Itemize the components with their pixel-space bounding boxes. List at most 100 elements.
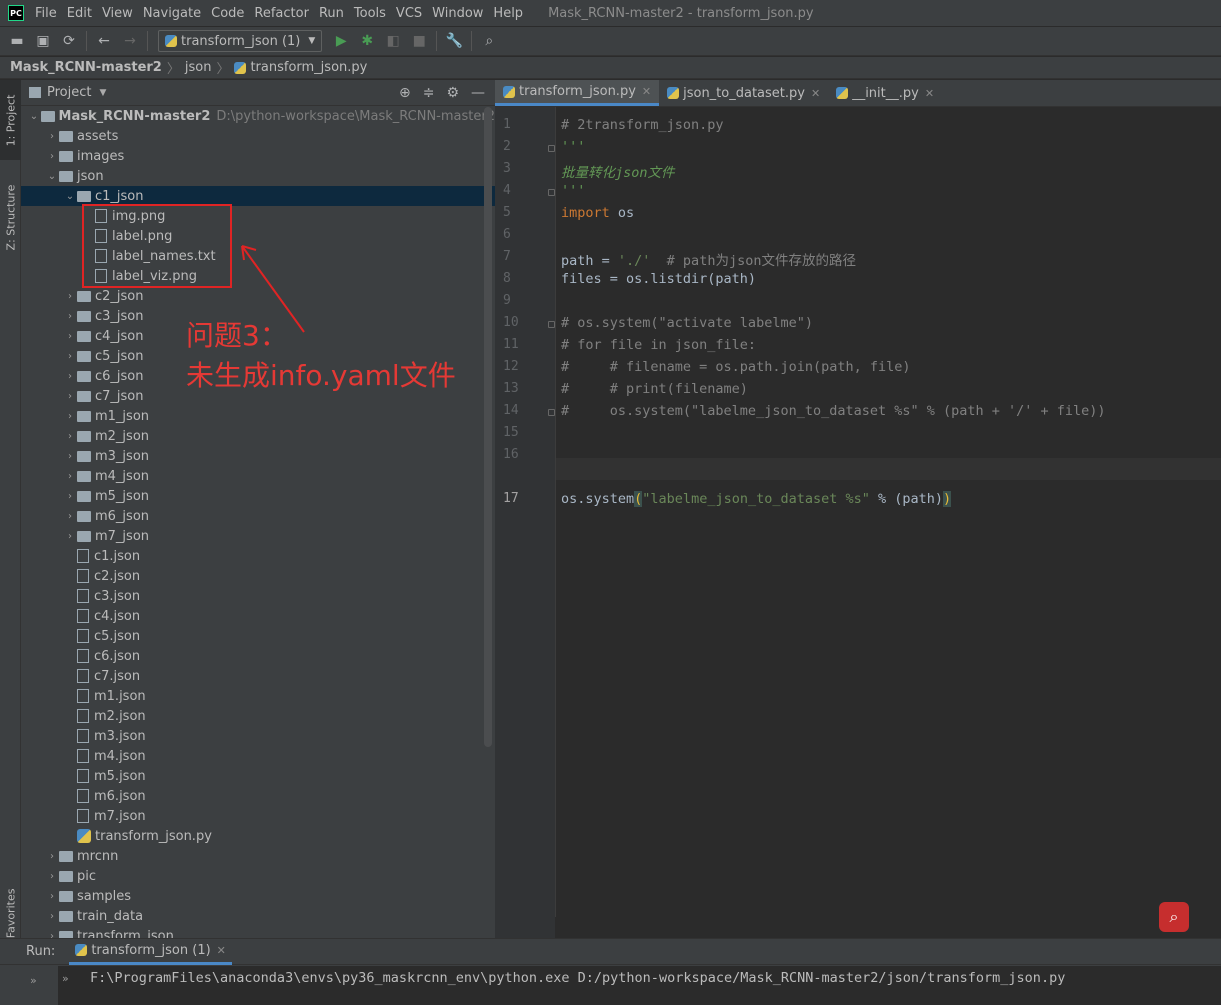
tree-folder[interactable]: › m3_json bbox=[21, 446, 495, 466]
chevron-down-icon[interactable]: ▼ bbox=[99, 88, 106, 98]
expand-icon[interactable]: » bbox=[30, 974, 37, 987]
tree-root[interactable]: ⌄ Mask_RCNN-master2 D:\python-workspace\… bbox=[21, 106, 495, 126]
tree-folder[interactable]: › train_data bbox=[21, 906, 495, 926]
tree-folder[interactable]: › m1_json bbox=[21, 406, 495, 426]
close-icon[interactable]: ✕ bbox=[217, 944, 226, 957]
tree-folder[interactable]: › images bbox=[21, 146, 495, 166]
code-line[interactable]: 批量转化json文件 bbox=[561, 161, 675, 181]
code-line[interactable]: # for file in json_file: bbox=[561, 337, 756, 353]
code-line[interactable]: # os.system("activate labelme") bbox=[561, 315, 813, 331]
fold-marker-icon[interactable] bbox=[548, 409, 555, 416]
chevron-down-icon[interactable]: ⌄ bbox=[45, 171, 59, 182]
tree-file[interactable]: m4.json bbox=[21, 746, 495, 766]
project-scrollbar[interactable] bbox=[484, 107, 492, 747]
save-icon[interactable]: ▣ bbox=[32, 30, 54, 52]
chevron-down-icon[interactable]: ⌄ bbox=[63, 191, 77, 202]
project-tool-tab[interactable]: 1: Project bbox=[0, 80, 21, 160]
chevron-right-icon[interactable]: › bbox=[63, 471, 77, 482]
tree-file[interactable]: m5.json bbox=[21, 766, 495, 786]
menu-item-run[interactable]: Run bbox=[314, 6, 349, 21]
back-arrow-icon[interactable]: ← bbox=[93, 30, 115, 52]
tree-file[interactable]: m3.json bbox=[21, 726, 495, 746]
code-line[interactable]: # # print(filename) bbox=[561, 381, 748, 397]
fold-marker-icon[interactable] bbox=[548, 145, 555, 152]
chevron-down-icon[interactable]: ⌄ bbox=[27, 111, 41, 122]
fold-marker-icon[interactable] bbox=[548, 321, 555, 328]
menu-item-refactor[interactable]: Refactor bbox=[249, 6, 314, 21]
close-icon[interactable]: ✕ bbox=[925, 87, 934, 100]
search-everywhere-icon[interactable]: ⌕ bbox=[1159, 902, 1189, 932]
hide-panel-icon[interactable]: — bbox=[471, 85, 485, 101]
tree-folder[interactable]: › assets bbox=[21, 126, 495, 146]
tree-file[interactable]: c7.json bbox=[21, 666, 495, 686]
chevron-right-icon[interactable]: › bbox=[63, 451, 77, 462]
tree-folder[interactable]: ⌄ json bbox=[21, 166, 495, 186]
project-panel-title[interactable]: Project bbox=[47, 85, 91, 100]
menu-item-code[interactable]: Code bbox=[206, 6, 249, 21]
code-line[interactable]: files = os.listdir(path) bbox=[561, 271, 756, 287]
code-line[interactable]: ''' bbox=[561, 183, 585, 199]
menu-item-tools[interactable]: Tools bbox=[349, 6, 391, 21]
code-line[interactable]: os.system("labelme_json_to_dataset %s" %… bbox=[561, 491, 952, 507]
code-line[interactable]: ''' bbox=[561, 139, 585, 155]
menu-item-edit[interactable]: Edit bbox=[62, 6, 97, 21]
menu-item-file[interactable]: File bbox=[30, 6, 62, 21]
tree-file[interactable]: transform_json.py bbox=[21, 826, 495, 846]
forward-arrow-icon[interactable]: → bbox=[119, 30, 141, 52]
tree-file[interactable]: c6.json bbox=[21, 646, 495, 666]
search-icon[interactable]: ⌕ bbox=[478, 30, 500, 52]
code-line[interactable]: # os.system("labelme_json_to_dataset %s"… bbox=[561, 403, 1106, 419]
editor-tab[interactable]: json_to_dataset.py ✕ bbox=[659, 80, 828, 106]
collapse-all-icon[interactable]: ≑ bbox=[423, 85, 435, 101]
chevron-right-icon[interactable]: › bbox=[63, 531, 77, 542]
chevron-right-icon[interactable]: › bbox=[63, 431, 77, 442]
chevron-right-icon[interactable]: › bbox=[45, 871, 59, 882]
expand-icon[interactable]: » bbox=[62, 972, 69, 985]
chevron-right-icon[interactable]: › bbox=[45, 891, 59, 902]
breadcrumb-file[interactable]: transform_json.py bbox=[250, 60, 367, 75]
wrench-icon[interactable]: 🔧 bbox=[443, 30, 465, 52]
tree-folder[interactable]: › samples bbox=[21, 886, 495, 906]
tree-file[interactable]: c2.json bbox=[21, 566, 495, 586]
chevron-right-icon[interactable]: › bbox=[63, 491, 77, 502]
menu-item-view[interactable]: View bbox=[97, 6, 138, 21]
code-line[interactable]: import os bbox=[561, 205, 634, 221]
tree-file[interactable]: c5.json bbox=[21, 626, 495, 646]
tree-folder[interactable]: › transform_json bbox=[21, 926, 495, 938]
debug-icon[interactable]: ✱ bbox=[356, 30, 378, 52]
tree-folder[interactable]: › m4_json bbox=[21, 466, 495, 486]
tree-file[interactable]: c1.json bbox=[21, 546, 495, 566]
chevron-right-icon[interactable]: › bbox=[63, 391, 77, 402]
menu-item-navigate[interactable]: Navigate bbox=[138, 6, 206, 21]
chevron-right-icon[interactable]: › bbox=[63, 331, 77, 342]
tree-file[interactable]: c4.json bbox=[21, 606, 495, 626]
chevron-right-icon[interactable]: › bbox=[63, 291, 77, 302]
menu-item-window[interactable]: Window bbox=[427, 6, 488, 21]
menu-item-help[interactable]: Help bbox=[488, 6, 528, 21]
run-icon[interactable]: ▶ bbox=[330, 30, 352, 52]
coverage-icon[interactable]: ◧ bbox=[382, 30, 404, 52]
chevron-right-icon[interactable]: › bbox=[45, 151, 59, 162]
code-line[interactable]: # 2transform_json.py bbox=[561, 117, 724, 133]
gear-icon[interactable]: ⚙ bbox=[446, 85, 459, 101]
chevron-right-icon[interactable]: › bbox=[63, 411, 77, 422]
menu-item-vcs[interactable]: VCS bbox=[391, 6, 427, 21]
chevron-right-icon[interactable]: › bbox=[45, 131, 59, 142]
run-configuration-select[interactable]: transform_json (1) ▼ bbox=[158, 30, 323, 52]
tree-file[interactable]: m1.json bbox=[21, 686, 495, 706]
chevron-right-icon[interactable]: › bbox=[45, 931, 59, 939]
chevron-right-icon[interactable]: › bbox=[63, 311, 77, 322]
close-icon[interactable]: ✕ bbox=[642, 85, 651, 98]
tree-folder[interactable]: ⌄ c1_json bbox=[21, 186, 495, 206]
tree-folder[interactable]: › m7_json bbox=[21, 526, 495, 546]
breadcrumb-project[interactable]: Mask_RCNN-master2 bbox=[10, 60, 162, 75]
fold-marker-icon[interactable] bbox=[548, 189, 555, 196]
close-icon[interactable]: ✕ bbox=[811, 87, 820, 100]
tree-folder[interactable]: › mrcnn bbox=[21, 846, 495, 866]
tree-file[interactable]: m7.json bbox=[21, 806, 495, 826]
editor-tab[interactable]: __init__.py ✕ bbox=[828, 80, 942, 106]
chevron-right-icon[interactable]: › bbox=[45, 851, 59, 862]
breadcrumb-folder[interactable]: json bbox=[185, 60, 212, 75]
tree-file[interactable]: m6.json bbox=[21, 786, 495, 806]
tree-folder[interactable]: › m6_json bbox=[21, 506, 495, 526]
